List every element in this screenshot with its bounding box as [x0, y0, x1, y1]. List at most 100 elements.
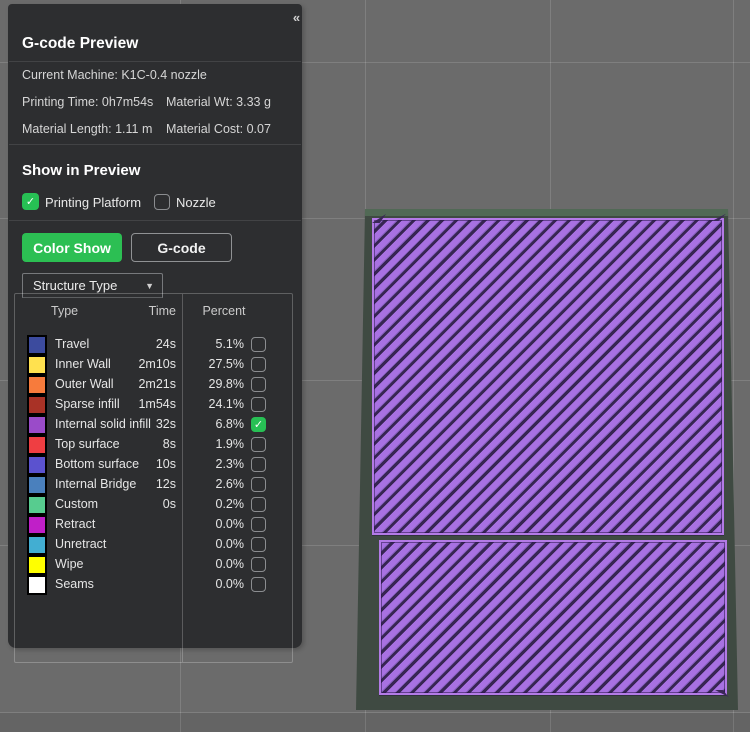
table-row: Retract 0.0% [15, 515, 292, 535]
table-row: Top surface 8s 1.9% [15, 435, 292, 455]
time-value: 24s [155, 337, 176, 351]
row-visibility-checkbox[interactable] [251, 477, 266, 492]
row-visibility-checkbox[interactable] [251, 517, 266, 532]
page-title: G-code Preview [22, 35, 139, 52]
header-percent: Percent [202, 304, 246, 318]
time-value: 1m54s [138, 397, 176, 411]
table-header: Type Time Percent [15, 304, 292, 324]
type-color-swatch [27, 395, 47, 415]
type-label: Travel [55, 337, 90, 351]
current-machine-text: Current Machine: K1C-0.4 nozzle [22, 68, 207, 82]
platform-edge-highlight [362, 209, 732, 216]
color-show-button[interactable]: Color Show [22, 233, 122, 262]
type-color-swatch [27, 575, 47, 595]
percent-value: 0.2% [215, 497, 245, 511]
type-color-swatch [27, 335, 47, 355]
row-visibility-checkbox[interactable] [251, 397, 266, 412]
material-length-text: Material Length: 1.11 m [22, 122, 153, 136]
type-color-swatch [27, 355, 47, 375]
table-row: Travel 24s 5.1% [15, 335, 292, 355]
type-label: Top surface [55, 437, 120, 451]
type-color-swatch [27, 535, 47, 555]
percent-value: 2.3% [215, 457, 245, 471]
table-row: Bottom surface 10s 2.3% [15, 455, 292, 475]
structure-table-rows: Travel 24s 5.1% Inner Wall 2m10s 27.5% Outer W… [15, 335, 292, 595]
type-label: Internal solid infill [55, 417, 151, 431]
percent-value: 0.0% [215, 517, 245, 531]
printing-platform-checkbox[interactable]: ✓ [22, 193, 39, 210]
material-cost-text: Material Cost: 0.07 [166, 122, 271, 136]
type-color-swatch [27, 555, 47, 575]
table-row: Seams 0.0% [15, 575, 292, 595]
type-color-swatch [27, 415, 47, 435]
gcode-object-infill-bottom [379, 540, 727, 695]
material-wt-text: Material Wt: 3.33 g [166, 95, 271, 109]
plate-front-edge [0, 713, 750, 732]
type-label: Retract [55, 517, 96, 531]
type-label: Sparse infill [55, 397, 120, 411]
time-value: 10s [155, 457, 176, 471]
percent-value: 5.1% [215, 337, 245, 351]
gcode-object-infill-top [372, 218, 724, 535]
structure-type-label: Structure Type [33, 278, 118, 293]
row-visibility-checkbox[interactable] [251, 557, 266, 572]
table-row: Wipe 0.0% [15, 555, 292, 575]
table-row: Internal solid infill 32s 6.8% ✓ [15, 415, 292, 435]
table-row: Internal Bridge 12s 2.6% [15, 475, 292, 495]
table-row: Unretract 0.0% [15, 535, 292, 555]
row-visibility-checkbox[interactable] [251, 357, 266, 372]
type-label: Custom [55, 497, 99, 511]
type-label: Internal Bridge [55, 477, 137, 491]
percent-value: 0.0% [215, 557, 245, 571]
table-row: Outer Wall 2m21s 29.8% [15, 375, 292, 395]
row-visibility-checkbox[interactable] [251, 377, 266, 392]
printing-time-text: Printing Time: 0h7m54s [22, 95, 154, 109]
table-row: Custom 0s 0.2% [15, 495, 292, 515]
percent-value: 2.6% [215, 477, 245, 491]
header-type: Type [51, 304, 79, 318]
percent-value: 6.8% [215, 417, 245, 431]
type-label: Wipe [55, 557, 84, 571]
type-color-swatch [27, 375, 47, 395]
structure-type-table: Type Time Percent Travel 24s 5.1% Inner Wal… [14, 293, 293, 663]
row-visibility-checkbox[interactable] [251, 497, 266, 512]
percent-value: 0.0% [215, 537, 245, 551]
type-color-swatch [27, 475, 47, 495]
percent-value: 27.5% [208, 357, 244, 371]
type-label: Outer Wall [55, 377, 114, 391]
row-visibility-checkbox[interactable] [251, 457, 266, 472]
show-in-preview-heading: Show in Preview [22, 162, 141, 179]
row-visibility-checkbox[interactable] [251, 337, 266, 352]
time-value: 12s [155, 477, 176, 491]
percent-value: 29.8% [208, 377, 244, 391]
row-visibility-checkbox[interactable] [251, 437, 266, 452]
gcode-button[interactable]: G-code [131, 233, 232, 262]
time-value: 32s [155, 417, 176, 431]
time-value: 8s [162, 437, 176, 451]
time-value: 0s [162, 497, 176, 511]
nozzle-checkbox[interactable] [154, 194, 170, 210]
type-label: Seams [55, 577, 94, 591]
collapse-panel-icon[interactable]: « [284, 10, 308, 26]
header-time: Time [148, 304, 176, 318]
type-color-swatch [27, 435, 47, 455]
type-color-swatch [27, 495, 47, 515]
row-visibility-checkbox[interactable] [251, 577, 266, 592]
type-label: Unretract [55, 537, 107, 551]
percent-value: 0.0% [215, 577, 245, 591]
row-visibility-checkbox[interactable] [251, 537, 266, 552]
table-row: Sparse infill 1m54s 24.1% [15, 395, 292, 415]
row-visibility-checkbox[interactable]: ✓ [251, 417, 266, 432]
type-color-swatch [27, 515, 47, 535]
table-row: Inner Wall 2m10s 27.5% [15, 355, 292, 375]
type-color-swatch [27, 455, 47, 475]
type-label: Inner Wall [55, 357, 111, 371]
printing-platform-label: Printing Platform [45, 195, 142, 210]
nozzle-label: Nozzle [176, 195, 216, 210]
chevron-down-icon: ▼ [145, 280, 154, 291]
type-label: Bottom surface [55, 457, 140, 471]
time-value: 2m10s [138, 357, 176, 371]
time-value: 2m21s [138, 377, 176, 391]
percent-value: 1.9% [215, 437, 245, 451]
percent-value: 24.1% [208, 397, 244, 411]
